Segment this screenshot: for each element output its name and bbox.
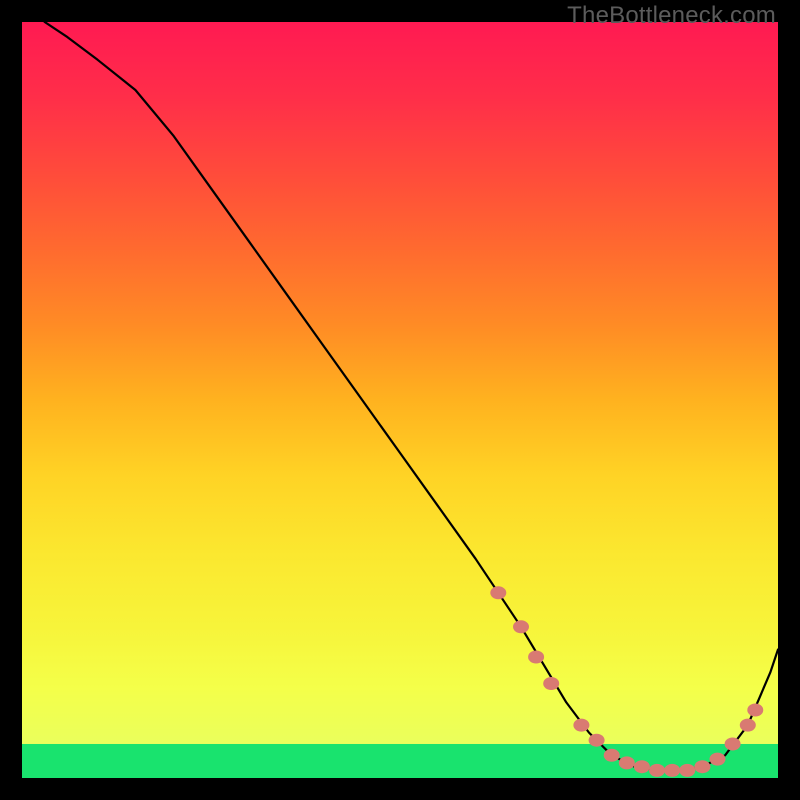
highlight-dot	[543, 677, 559, 690]
highlight-dot	[725, 738, 741, 751]
highlight-dot	[694, 760, 710, 773]
highlight-dot	[664, 764, 680, 777]
highlight-dot	[528, 651, 544, 664]
chart-frame	[22, 22, 778, 778]
chart-background	[22, 22, 778, 778]
highlight-dot	[649, 764, 665, 777]
watermark-text: TheBottleneck.com	[567, 2, 776, 30]
highlight-dot	[634, 760, 650, 773]
highlight-dot	[573, 719, 589, 732]
highlight-dot	[589, 734, 605, 747]
highlight-dot	[604, 749, 620, 762]
chart-svg	[22, 22, 778, 778]
highlight-dot	[710, 753, 726, 766]
highlight-dot	[513, 620, 529, 633]
highlight-dot	[490, 586, 506, 599]
highlight-dot	[619, 756, 635, 769]
highlight-dot	[679, 764, 695, 777]
chart-bottom-band	[22, 744, 778, 778]
highlight-dot	[740, 719, 756, 732]
highlight-dot	[747, 704, 763, 717]
